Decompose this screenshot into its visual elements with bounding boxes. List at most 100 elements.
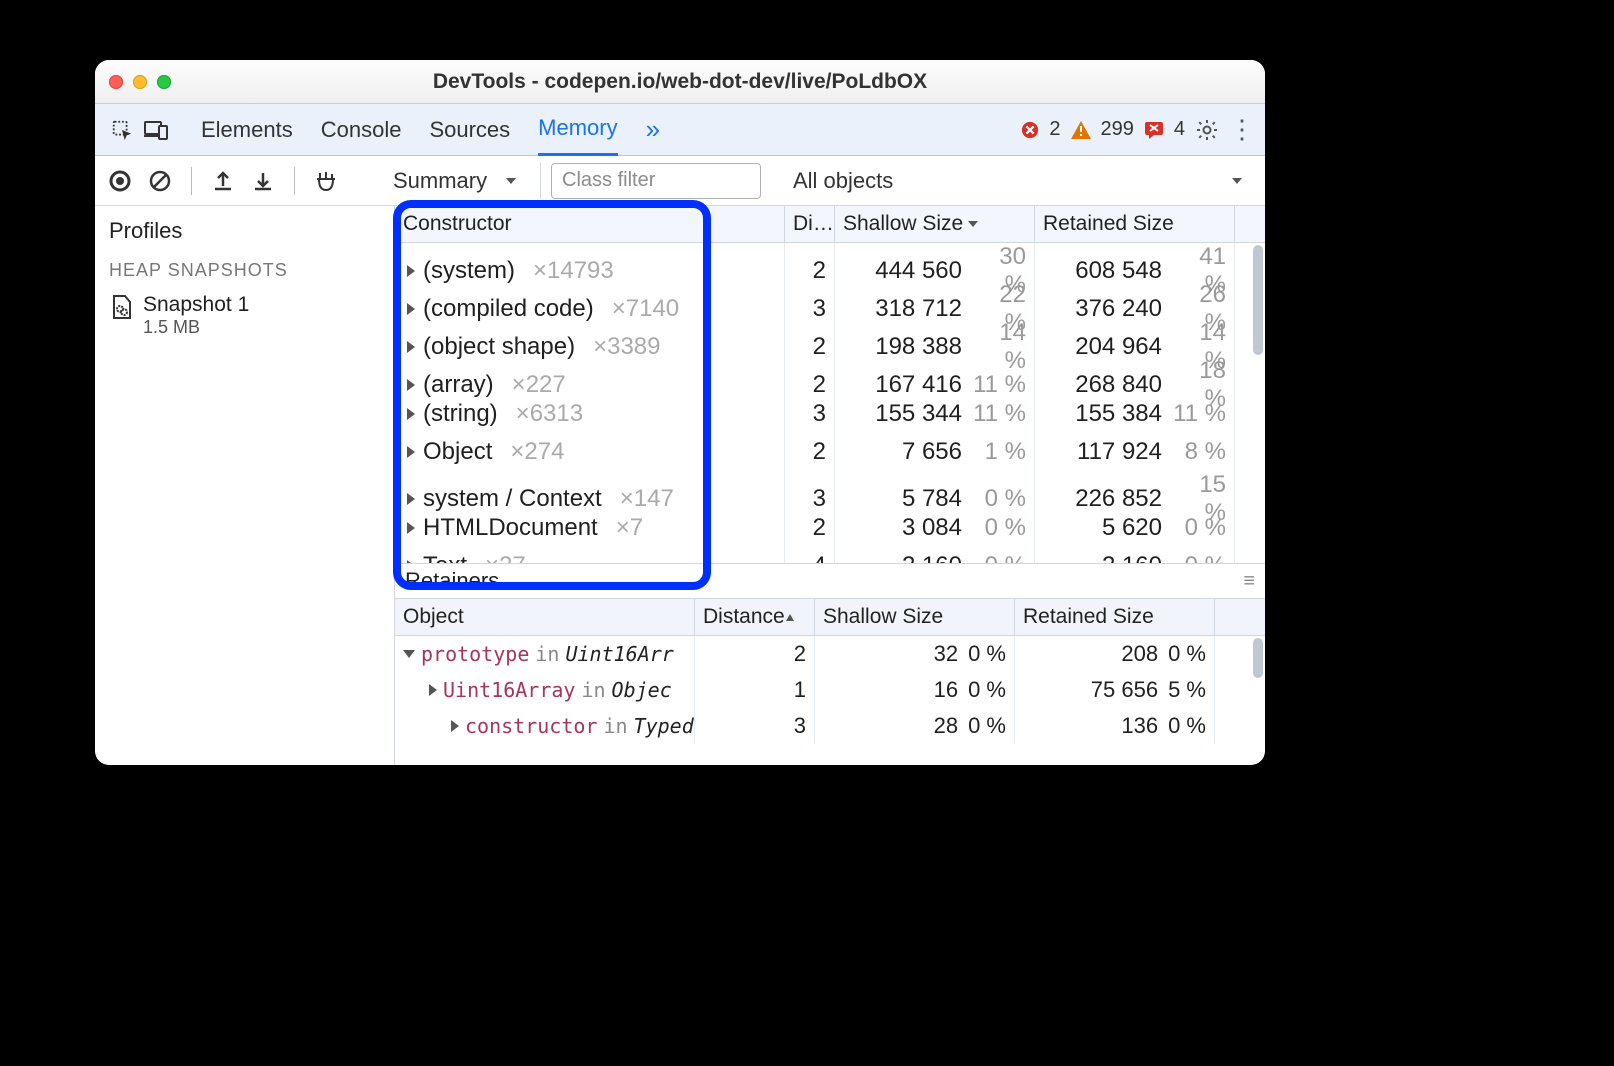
issues-count[interactable] bbox=[1144, 121, 1164, 139]
save-icon[interactable] bbox=[248, 166, 278, 196]
retainer-retained-pct: 0 % bbox=[1168, 713, 1206, 739]
table-row[interactable]: (system)×147932444 56030 %608 54841 % bbox=[395, 243, 1265, 281]
shallow-pct: 1 % bbox=[972, 438, 1026, 466]
load-icon[interactable] bbox=[208, 166, 238, 196]
scrollbar-thumb[interactable] bbox=[1253, 245, 1263, 355]
col-retained[interactable]: Retained Size bbox=[1035, 206, 1235, 242]
shallow-size: 155 344 bbox=[875, 400, 962, 428]
retainer-distance: 2 bbox=[695, 636, 815, 672]
sort-asc-icon bbox=[785, 613, 795, 622]
disclosure-icon[interactable] bbox=[407, 265, 415, 277]
table-row[interactable]: (array)×2272167 41611 %268 84018 % bbox=[395, 357, 1265, 395]
shallow-size: 7 656 bbox=[902, 438, 962, 466]
disclosure-icon[interactable] bbox=[407, 522, 415, 534]
more-tabs-icon[interactable]: » bbox=[646, 104, 660, 156]
class-filter-input[interactable]: Class filter bbox=[551, 163, 761, 199]
shallow-pct: 0 % bbox=[972, 552, 1026, 563]
ret-col-retained[interactable]: Retained Size bbox=[1015, 599, 1215, 635]
snapshot-size: 1.5 MB bbox=[143, 317, 249, 338]
retainers-body[interactable]: prototype in Uint16Arr2320 %2080 %Uint16… bbox=[395, 636, 1265, 744]
clear-icon[interactable] bbox=[145, 166, 175, 196]
tab-elements[interactable]: Elements bbox=[201, 104, 293, 156]
retainer-in: in bbox=[581, 678, 605, 702]
shallow-size: 3 084 bbox=[902, 514, 962, 542]
retainer-shallow-pct: 0 % bbox=[968, 677, 1006, 703]
sort-desc-icon bbox=[967, 219, 979, 229]
disclosure-icon[interactable] bbox=[429, 684, 437, 696]
ret-col-object[interactable]: Object bbox=[395, 599, 695, 635]
inspect-element-icon[interactable] bbox=[105, 113, 139, 147]
tab-memory[interactable]: Memory bbox=[538, 104, 617, 156]
table-header: Constructor Di… Shallow Size Retained Si… bbox=[395, 206, 1265, 243]
disclosure-icon[interactable] bbox=[407, 493, 415, 505]
table-row[interactable]: HTMLDocument×723 0840 %5 6200 % bbox=[395, 509, 1265, 547]
disclosure-icon[interactable] bbox=[451, 720, 459, 732]
retainer-row[interactable]: prototype in Uint16Arr2320 %2080 % bbox=[395, 636, 1265, 672]
table-row[interactable]: (string)×63133155 34411 %155 38411 % bbox=[395, 395, 1265, 433]
ret-col-shallow[interactable]: Shallow Size bbox=[815, 599, 1015, 635]
retainers-title: Retainers bbox=[405, 568, 499, 594]
retainer-row[interactable]: constructor in Typed3280 %1360 % bbox=[395, 708, 1265, 744]
warning-count[interactable] bbox=[1071, 121, 1091, 139]
ret-col-distance[interactable]: Distance bbox=[695, 599, 815, 635]
instance-count: ×27 bbox=[485, 552, 526, 563]
retainer-shallow: 32 bbox=[934, 641, 958, 667]
retainer-type: Objec bbox=[612, 678, 672, 702]
scrollbar-thumb[interactable] bbox=[1253, 638, 1263, 678]
tab-console[interactable]: Console bbox=[321, 104, 402, 156]
issues-count-value: 4 bbox=[1174, 118, 1185, 141]
col-constructor[interactable]: Constructor bbox=[395, 206, 785, 242]
disclosure-icon[interactable] bbox=[407, 560, 415, 563]
devtools-window: DevTools - codepen.io/web-dot-dev/live/P… bbox=[95, 60, 1265, 765]
disclosure-icon[interactable] bbox=[407, 341, 415, 353]
retainer-shallow: 28 bbox=[934, 713, 958, 739]
instance-count: ×6313 bbox=[516, 400, 583, 428]
garbage-collect-icon[interactable] bbox=[311, 166, 341, 196]
retained-size: 5 620 bbox=[1102, 514, 1162, 542]
table-body[interactable]: (system)×147932444 56030 %608 54841 %(co… bbox=[395, 243, 1265, 563]
table-row[interactable]: Text×2742 1600 %2 1600 % bbox=[395, 547, 1265, 563]
col-distance[interactable]: Di… bbox=[785, 206, 835, 242]
table-row[interactable]: system / Context×14735 7840 %226 85215 % bbox=[395, 471, 1265, 509]
retainer-retained: 75 656 bbox=[1091, 677, 1158, 703]
retainers-columns: Object Distance Shallow Size Retained Si… bbox=[395, 598, 1265, 636]
devtools-tabs-bar: Elements Console Sources Memory » 2 299 … bbox=[95, 104, 1265, 156]
object-filter-select[interactable]: All objects bbox=[781, 168, 1255, 194]
shallow-pct: 11 % bbox=[972, 400, 1026, 428]
view-select[interactable]: Summary bbox=[381, 163, 541, 199]
retainer-row[interactable]: Uint16Array in Objec1160 %75 6565 % bbox=[395, 672, 1265, 708]
constructor-name: HTMLDocument bbox=[423, 514, 598, 542]
settings-icon[interactable] bbox=[1195, 118, 1219, 142]
memory-toolbar: Summary Class filter All objects bbox=[95, 156, 1265, 206]
disclosure-icon[interactable] bbox=[407, 408, 415, 420]
device-toolbar-icon[interactable] bbox=[139, 113, 173, 147]
retainer-retained: 136 bbox=[1121, 713, 1158, 739]
sidebar-section-header: HEAP SNAPSHOTS bbox=[109, 260, 380, 281]
retainer-retained-pct: 0 % bbox=[1168, 641, 1206, 667]
sidebar-title: Profiles bbox=[109, 218, 380, 244]
more-icon[interactable]: ⋮ bbox=[1229, 124, 1255, 134]
table-row[interactable]: Object×27427 6561 %117 9248 % bbox=[395, 433, 1265, 471]
retained-pct: 0 % bbox=[1172, 514, 1226, 542]
table-row[interactable]: (compiled code)×71403318 71222 %376 2402… bbox=[395, 281, 1265, 319]
retained-pct: 0 % bbox=[1172, 552, 1226, 563]
retainers-menu-icon[interactable]: ≡ bbox=[1243, 570, 1255, 593]
disclosure-open-icon[interactable] bbox=[403, 650, 415, 658]
constructor-name: Object bbox=[423, 438, 492, 466]
distance-cell: 3 bbox=[785, 395, 835, 433]
disclosure-icon[interactable] bbox=[407, 379, 415, 391]
disclosure-icon[interactable] bbox=[407, 303, 415, 315]
constructor-name: Text bbox=[423, 552, 467, 563]
retained-size: 2 160 bbox=[1102, 552, 1162, 563]
disclosure-icon[interactable] bbox=[407, 446, 415, 458]
error-count-value: 2 bbox=[1049, 118, 1060, 141]
record-icon[interactable] bbox=[105, 166, 135, 196]
shallow-pct: 0 % bbox=[972, 514, 1026, 542]
snapshot-item[interactable]: Snapshot 1 1.5 MB bbox=[109, 289, 380, 342]
tab-sources[interactable]: Sources bbox=[429, 104, 510, 156]
table-row[interactable]: (object shape)×33892198 38814 %204 96414… bbox=[395, 319, 1265, 357]
window-title: DevTools - codepen.io/web-dot-dev/live/P… bbox=[95, 70, 1265, 94]
error-count[interactable] bbox=[1021, 121, 1039, 139]
col-shallow[interactable]: Shallow Size bbox=[835, 206, 1035, 242]
shallow-size: 2 160 bbox=[902, 552, 962, 563]
